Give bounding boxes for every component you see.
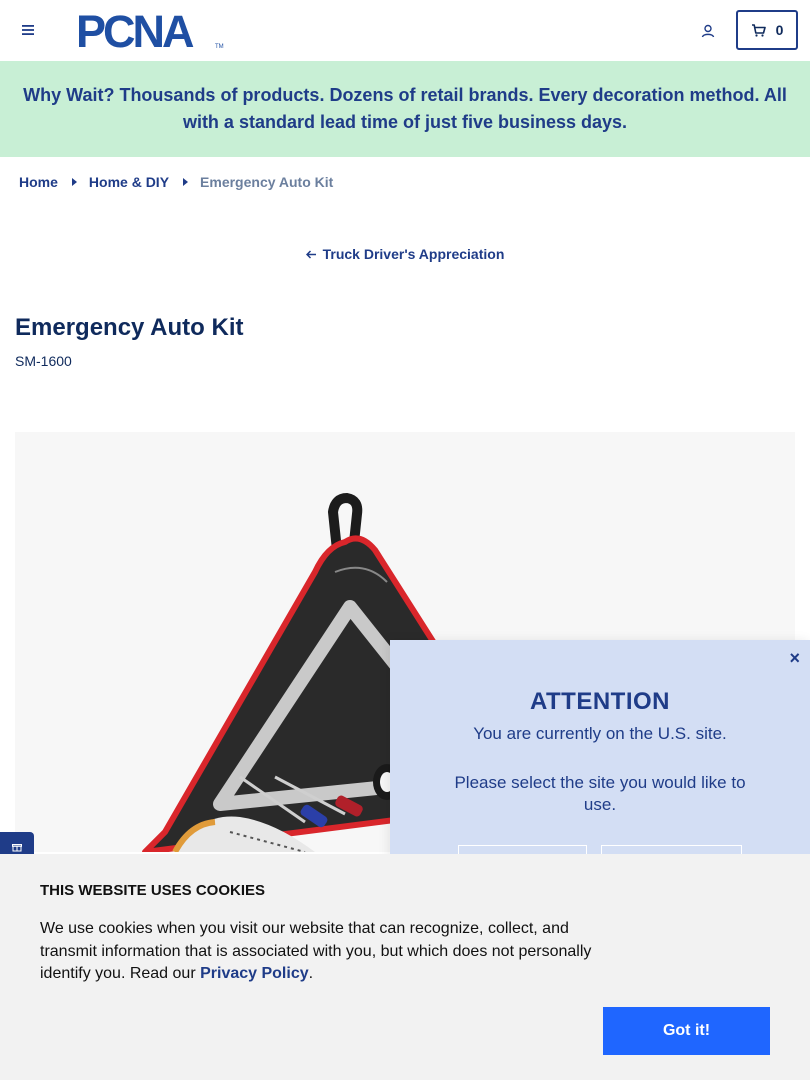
- cookie-banner: THIS WEBSITE USES COOKIES We use cookies…: [0, 854, 810, 1080]
- modal-select-site-text: Please select the site you would like to…: [454, 773, 746, 814]
- site-header: PCNA TM 0: [0, 0, 810, 61]
- breadcrumb-home-diy[interactable]: Home & DIY: [89, 174, 169, 190]
- breadcrumb-home[interactable]: Home: [19, 174, 58, 190]
- pcna-logo[interactable]: PCNA TM: [76, 6, 226, 57]
- back-link-label: Truck Driver's Appreciation: [322, 246, 505, 262]
- promo-banner: Why Wait? Thousands of products. Dozens …: [0, 61, 810, 157]
- gift-icon: [12, 844, 22, 852]
- cart-icon: [751, 23, 766, 37]
- svg-text:TM: TM: [215, 44, 224, 50]
- product-sku: SM-1600: [15, 353, 72, 369]
- hamburger-menu-icon[interactable]: [18, 20, 38, 40]
- breadcrumb-separator-icon: [71, 178, 77, 186]
- cookie-accept-button[interactable]: Got it!: [603, 1007, 770, 1055]
- cookie-period: .: [308, 965, 314, 982]
- cookie-body: We use cookies when you visit our websit…: [40, 920, 592, 982]
- svg-text:PCNA: PCNA: [76, 10, 194, 50]
- breadcrumb-current: Emergency Auto Kit: [200, 174, 334, 190]
- breadcrumb-separator-icon: [183, 178, 189, 186]
- region-select-modal: × ATTENTION You are currently on the U.S…: [390, 640, 810, 875]
- cart-button[interactable]: 0: [736, 10, 798, 50]
- account-icon[interactable]: [696, 19, 720, 43]
- cookie-text: We use cookies when you visit our websit…: [40, 918, 610, 986]
- modal-current-site-text: You are currently on the U.S. site.: [473, 724, 727, 743]
- back-to-collection-link[interactable]: Truck Driver's Appreciation: [0, 246, 810, 262]
- promo-text: Why Wait? Thousands of products. Dozens …: [23, 85, 787, 132]
- product-title: Emergency Auto Kit: [15, 314, 244, 341]
- arrow-left-icon: [305, 246, 317, 262]
- privacy-policy-link[interactable]: Privacy Policy: [200, 965, 309, 982]
- breadcrumb: Home Home & DIY Emergency Auto Kit: [19, 174, 333, 190]
- cookie-title: THIS WEBSITE USES COOKIES: [40, 882, 266, 899]
- modal-title: ATTENTION: [529, 688, 671, 715]
- cart-count: 0: [775, 22, 784, 38]
- close-icon[interactable]: ×: [789, 648, 800, 669]
